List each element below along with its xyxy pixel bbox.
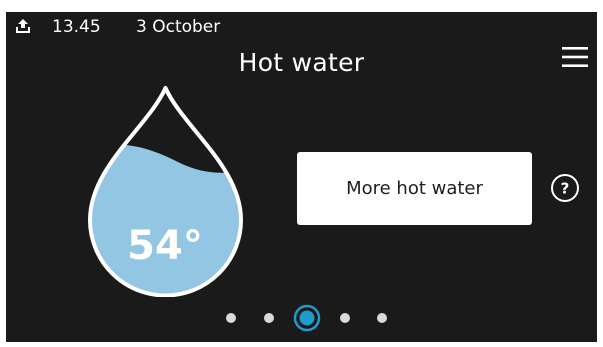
upload-icon [16,19,30,33]
water-drop-gauge[interactable]: 54° [78,82,253,297]
water-temperature: 54° [127,223,203,269]
hamburger-menu-icon[interactable] [561,45,589,69]
page-dot-3-active[interactable] [293,304,321,332]
water-level-fill [90,144,241,296]
page-dot-4[interactable] [340,313,350,323]
question-glyph: ? [561,180,570,198]
hot-water-screen: 13.45 3 October Hot water 54° More hot w… [6,12,597,342]
page-dot-5[interactable] [377,313,387,323]
page-title: Hot water [238,48,365,77]
page-indicator [6,304,597,332]
status-time: 13.45 [52,17,101,37]
page-dot-2[interactable] [264,313,274,323]
more-hot-water-button[interactable]: More hot water [297,152,532,225]
status-date: 3 October [136,17,221,37]
page-dot-1[interactable] [226,313,236,323]
question-icon[interactable]: ? [549,172,581,204]
